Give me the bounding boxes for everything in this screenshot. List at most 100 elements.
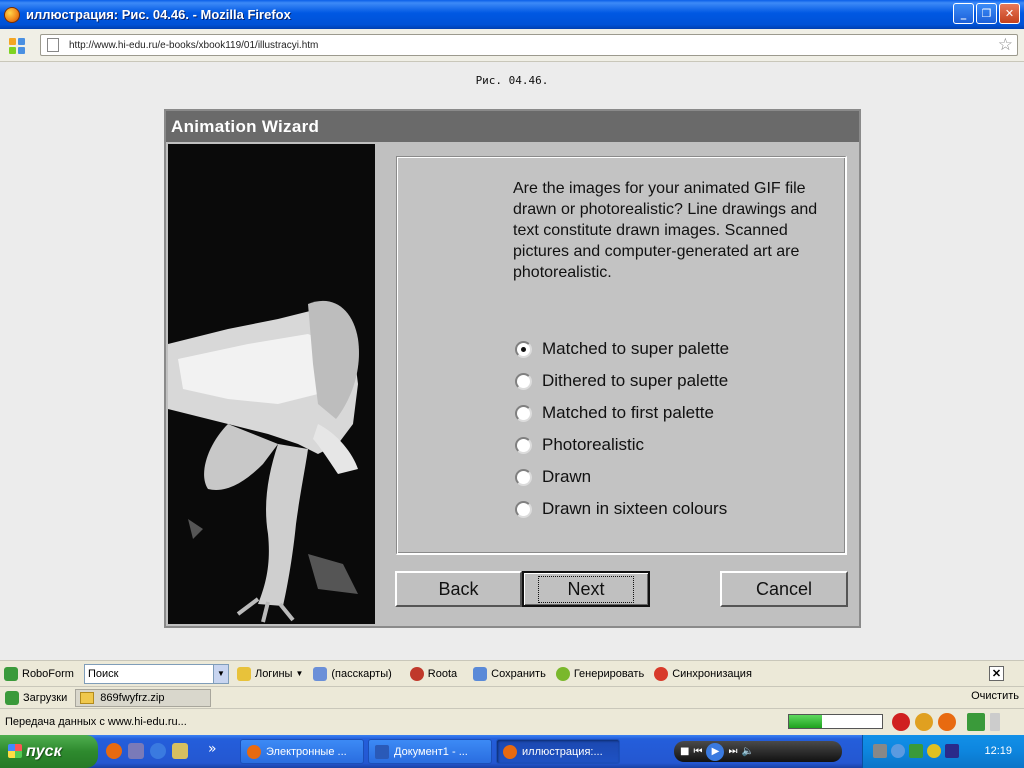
radio-matched-first-palette[interactable]: [515, 404, 532, 422]
radio-matched-super-palette[interactable]: [515, 340, 532, 358]
roboform-menu[interactable]: RoboForm: [4, 666, 74, 681]
next-button[interactable]: Next: [522, 571, 650, 607]
roota-button[interactable]: Roota: [409, 666, 458, 681]
tray-app-icon[interactable]: [927, 744, 941, 758]
restore-button[interactable]: ❐: [976, 3, 997, 24]
logins-label: Логины: [254, 667, 293, 680]
quick-launch-app-icon[interactable]: [106, 743, 122, 759]
firefox-status-icon[interactable]: [938, 713, 956, 731]
option-label: Photorealistic: [542, 435, 645, 454]
task-label: иллюстрация:...: [522, 745, 603, 758]
resize-grip-icon[interactable]: [990, 713, 1000, 731]
taskbar-item-illustration[interactable]: иллюстрация:...: [496, 739, 620, 764]
tray-app-icon[interactable]: [891, 744, 905, 758]
search-placeholder: Поиск: [87, 667, 119, 680]
volume-icon[interactable]: 🔈: [741, 746, 753, 757]
roota-label: Roota: [427, 667, 458, 680]
radio-dithered-super-palette[interactable]: [515, 372, 532, 390]
folder-icon: [80, 691, 95, 704]
downloads-icon: [5, 690, 19, 705]
next-track-icon[interactable]: ⏭: [728, 746, 737, 757]
minimize-button[interactable]: _: [953, 3, 974, 24]
roboform-status-icon[interactable]: [967, 713, 985, 731]
option-matched-first-palette[interactable]: Matched to first palette: [515, 397, 729, 429]
roboform-close-button[interactable]: ✕: [989, 666, 1004, 681]
roboform-label: RoboForm: [22, 667, 74, 680]
bookmark-star-icon[interactable]: ☆: [998, 35, 1013, 55]
radio-drawn[interactable]: [515, 468, 532, 486]
start-button[interactable]: пуск: [0, 735, 98, 768]
quick-launch-app-icon[interactable]: [128, 743, 144, 759]
navigation-bar: http://www.hi-edu.ru/e-books/xbook119/01…: [0, 29, 1024, 62]
wizard-title: Animation Wizard: [166, 111, 859, 142]
task-label: Электронные ...: [266, 745, 347, 758]
speed-dial-icon[interactable]: [9, 38, 25, 54]
passcards-button[interactable]: (пасскарты): [313, 666, 392, 681]
clock: 12:19: [984, 745, 1012, 757]
network-icon[interactable]: [873, 744, 887, 758]
address-bar[interactable]: http://www.hi-edu.ru/e-books/xbook119/01…: [40, 34, 1018, 56]
option-label: Drawn in sixteen colours: [542, 499, 728, 518]
quick-launch-overflow-icon[interactable]: »: [208, 741, 217, 757]
option-dithered-super-palette[interactable]: Dithered to super palette: [515, 365, 729, 397]
play-icon[interactable]: ▶: [706, 742, 725, 761]
stop-icon[interactable]: ■: [680, 746, 689, 757]
figure-caption: Рис. 04.46.: [475, 74, 549, 87]
media-player-toolbar: ■ ⏮ ▶ ⏭ 🔈: [674, 741, 842, 762]
roboform-search-input[interactable]: Поиск ▼: [83, 663, 229, 684]
status-bar: Передача данных с www.hi-edu.ru...: [0, 708, 1024, 735]
chevron-down-icon[interactable]: ▼: [212, 664, 228, 683]
window-title: иллюстрация: Рис. 04.46. - Mozilla Firef…: [26, 7, 291, 22]
wizard-figure-picture: [168, 144, 375, 624]
firefox-icon: [247, 744, 261, 759]
firefox-logo-icon: [4, 6, 20, 23]
generate-button[interactable]: Генерировать: [555, 666, 644, 681]
next-button-label: Next: [538, 575, 634, 603]
roboform-toolbar: RoboForm Поиск ▼ Логины ▼ (пасскарты) Roo…: [0, 660, 1024, 686]
back-button[interactable]: Back: [395, 571, 522, 607]
previous-icon[interactable]: ⏮: [693, 746, 702, 757]
option-photorealistic[interactable]: Photorealistic: [515, 429, 729, 461]
url-text: http://www.hi-edu.ru/e-books/xbook119/01…: [69, 39, 319, 51]
tray-app-icon[interactable]: [945, 744, 959, 758]
chevron-down-icon: ▼: [295, 669, 304, 678]
radio-drawn-sixteen-colours[interactable]: [515, 500, 532, 518]
page-content: Рис. 04.46. Animation Wizard Are the ima…: [0, 62, 1024, 660]
window-controls: _ ❐ ✕: [953, 3, 1020, 24]
figure-artwork: [168, 144, 375, 624]
show-desktop-icon[interactable]: [172, 743, 188, 759]
wizard-question: Are the images for your animated GIF fil…: [513, 180, 818, 281]
option-label: Drawn: [542, 467, 592, 486]
loading-progress-bar: [788, 714, 883, 729]
clear-downloads-button[interactable]: Очистить: [971, 690, 1019, 702]
status-icons: [892, 713, 1000, 731]
quick-launch: [106, 743, 188, 759]
taskbar-item-document[interactable]: Документ1 - ...: [368, 739, 492, 764]
logins-icon: [236, 666, 251, 681]
save-button[interactable]: Сохранить: [473, 666, 546, 681]
roboform-tray-icon[interactable]: [909, 744, 923, 758]
option-drawn-sixteen-colours[interactable]: Drawn in sixteen colours: [515, 493, 729, 525]
logins-menu[interactable]: Логины ▼: [236, 666, 304, 681]
roboform-icon: [4, 666, 18, 681]
save-label: Сохранить: [491, 667, 546, 680]
option-label: Matched to first palette: [542, 403, 714, 422]
adblock-icon[interactable]: [892, 713, 910, 731]
option-matched-super-palette[interactable]: Matched to super palette: [515, 333, 729, 365]
passcards-label: (пасскарты): [331, 667, 392, 680]
radio-photorealistic[interactable]: [515, 436, 532, 454]
download-item[interactable]: 869fwyfrz.zip: [75, 688, 212, 707]
system-tray: 12:19: [862, 735, 1024, 768]
smiley-icon[interactable]: [915, 713, 933, 731]
firefox-icon: [503, 744, 517, 759]
task-label: Документ1 - ...: [394, 745, 468, 758]
internet-explorer-icon[interactable]: [150, 743, 166, 759]
taskbar-item-electronic[interactable]: Электронные ...: [240, 739, 364, 764]
close-button[interactable]: ✕: [999, 3, 1020, 24]
option-drawn[interactable]: Drawn: [515, 461, 729, 493]
page-icon: [47, 38, 59, 52]
window-titlebar[interactable]: иллюстрация: Рис. 04.46. - Mozilla Firef…: [0, 0, 1024, 29]
generate-icon: [555, 666, 570, 681]
cancel-button[interactable]: Cancel: [720, 571, 848, 607]
sync-button[interactable]: Синхронизация: [654, 666, 752, 681]
